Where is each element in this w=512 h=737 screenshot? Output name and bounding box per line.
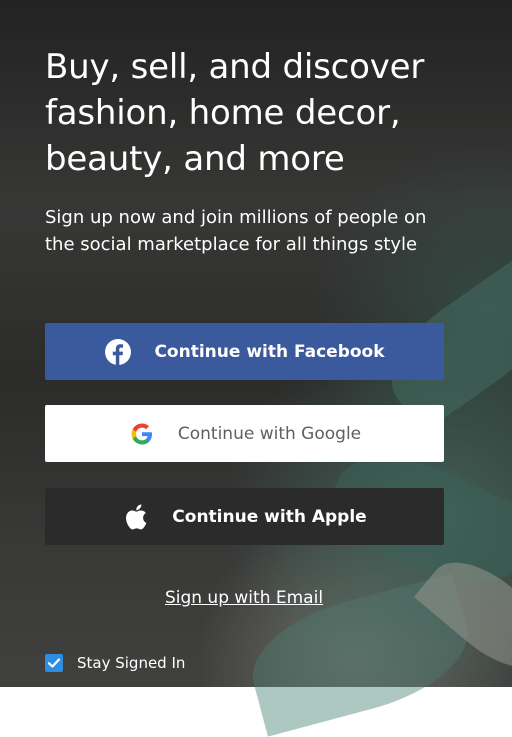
continue-with-apple-button[interactable]: Continue with Apple [45,488,444,545]
subtitle: Sign up now and join millions of people … [45,207,427,255]
continue-with-google-button[interactable]: Continue with Google [45,405,444,462]
continue-with-facebook-button[interactable]: Continue with Facebook [45,323,444,380]
headline: Buy, sell, and discover fashion, home de… [45,44,445,182]
stay-signed-in-checkbox[interactable] [45,654,63,672]
facebook-button-label: Continue with Facebook [154,341,385,362]
google-icon [128,420,156,448]
headline-line-3: beauty, and more [45,139,345,179]
check-icon [47,658,61,668]
facebook-icon [104,338,132,366]
google-button-label: Continue with Google [177,423,362,444]
sign-up-with-email-link[interactable]: Sign up with Email [0,588,488,608]
apple-button-label: Continue with Apple [172,506,367,527]
apple-icon [122,503,150,531]
stay-signed-in-label: Stay Signed In [77,654,186,672]
headline-line-1: Buy, sell, and discover [45,47,425,87]
hero: Buy, sell, and discover fashion, home de… [45,44,445,258]
stay-signed-in[interactable]: Stay Signed In [45,654,185,672]
headline-line-2: fashion, home decor, [45,93,401,133]
